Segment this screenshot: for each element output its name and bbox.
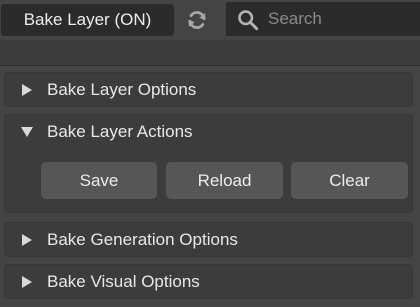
panel-bake-layer-options: Bake Layer Options <box>4 72 413 107</box>
clear-button[interactable]: Clear <box>291 162 408 199</box>
header-divider <box>0 65 420 66</box>
panel-header-bake-layer-actions[interactable]: Bake Layer Actions <box>5 115 412 149</box>
bake-layer-button[interactable]: Bake Layer (ON) <box>1 4 174 36</box>
panel-title: Bake Visual Options <box>47 272 200 291</box>
header-strip <box>0 40 420 66</box>
refresh-icon[interactable] <box>186 9 208 31</box>
collapsed-arrow-icon <box>22 234 32 246</box>
reload-button[interactable]: Reload <box>166 162 283 199</box>
search-icon <box>238 10 259 31</box>
panel-bake-generation-options: Bake Generation Options <box>4 222 413 257</box>
bake-layer-editor: Bake Layer (ON) Bake Layer Options <box>0 0 420 307</box>
panel-title: Bake Layer Actions <box>47 122 193 141</box>
toolbar: Bake Layer (ON) <box>0 0 420 40</box>
panel-bake-layer-actions: Bake Layer Actions Save Reload Clear <box>4 114 413 213</box>
panel-header-bake-generation-options[interactable]: Bake Generation Options <box>5 223 412 257</box>
panel-header-bake-layer-options[interactable]: Bake Layer Options <box>5 73 412 107</box>
collapsed-arrow-icon <box>22 276 32 288</box>
search-input[interactable] <box>268 2 418 36</box>
search-box[interactable] <box>226 2 420 36</box>
collapsed-arrow-icon <box>22 84 32 96</box>
panel-title: Bake Layer Options <box>47 80 197 99</box>
expanded-arrow-icon <box>21 127 33 137</box>
panel-header-bake-visual-options[interactable]: Bake Visual Options <box>5 265 412 299</box>
panel-bake-visual-options: Bake Visual Options <box>4 264 413 299</box>
panel-title: Bake Generation Options <box>47 230 238 249</box>
save-button[interactable]: Save <box>41 162 157 199</box>
